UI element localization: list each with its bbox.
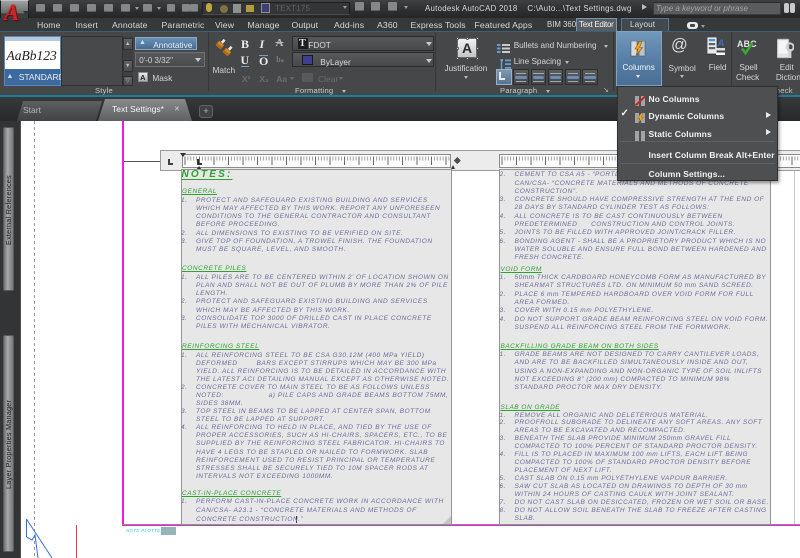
svg-text:A: A <box>716 38 724 49</box>
